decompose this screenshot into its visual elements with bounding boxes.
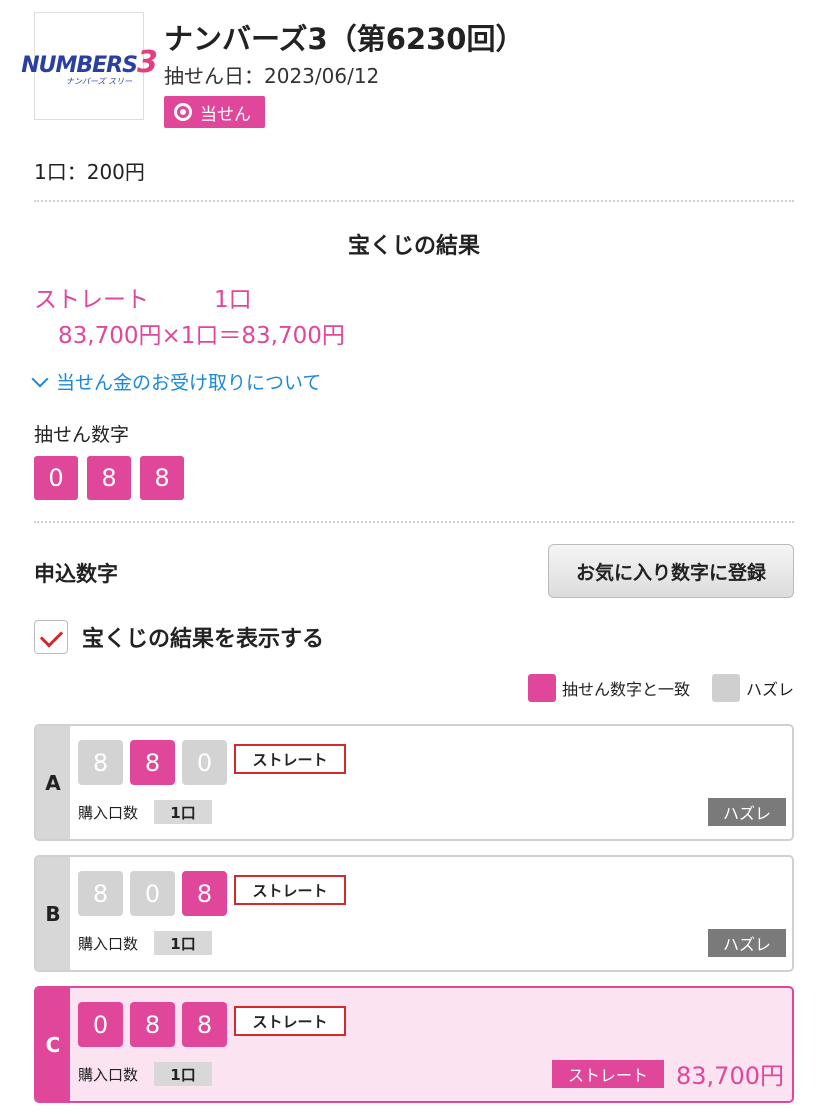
legend-miss-label: ハズレ	[745, 680, 794, 699]
win-status-badge: 当せん	[164, 96, 265, 128]
entry-letter: A	[36, 726, 70, 839]
legend-match-swatch	[527, 674, 556, 702]
numbers3-logo: NUMBERS3 ナンバーズ スリー	[21, 12, 158, 120]
entry-digit: 0	[130, 871, 175, 916]
draw-numbers: 0 8 8	[34, 456, 184, 500]
logo-subtext: ナンバーズ スリー	[65, 77, 133, 86]
entry-type: ストレート	[234, 1006, 346, 1036]
entry-digit: 0	[78, 1002, 123, 1047]
divider	[34, 521, 794, 523]
entry-digit: 0	[182, 740, 227, 785]
quantity-value: 1口	[154, 931, 212, 955]
entry-row-b: B 8 0 8 ストレート 購入口数 1口 ハズレ	[34, 855, 794, 972]
entry-digit: 8	[130, 740, 175, 785]
draw-date: 抽せん日：2023/06/12	[164, 64, 380, 88]
show-result-checkbox[interactable]	[34, 620, 68, 654]
result-heading: 宝くじの結果	[347, 234, 480, 259]
entry-letter: C	[36, 988, 70, 1101]
entry-digit: 8	[182, 1002, 227, 1047]
miss-badge: ハズレ	[708, 929, 786, 957]
entry-letter: B	[36, 857, 70, 970]
entry-digit: 8	[182, 871, 227, 916]
receive-prize-link[interactable]: 当せん金のお受け取りについて	[31, 368, 322, 395]
entry-digits: 8 8 0	[78, 740, 227, 785]
result-count: 1口	[214, 287, 252, 313]
result-type: ストレート	[34, 287, 149, 313]
unit-price: 1口：200円	[34, 160, 145, 184]
entry-digits: 8 0 8	[78, 871, 227, 916]
entry-type: ストレート	[234, 744, 346, 774]
entry-numbers-heading: 申込数字	[34, 562, 118, 586]
receive-prize-link-label: 当せん金のお受け取りについて	[56, 372, 322, 394]
draw-digit: 8	[140, 456, 184, 500]
quantity-label: 購入口数	[78, 804, 139, 822]
quantity-value: 1口	[154, 800, 212, 824]
quantity-label: 購入口数	[78, 935, 139, 953]
target-icon	[174, 103, 192, 121]
lottery-header: NUMBERS3 ナンバーズ スリー ナンバーズ3（第6230回） 抽せん日：2…	[21, 12, 794, 128]
draw-digit: 0	[34, 456, 78, 500]
show-result-toggle[interactable]: 宝くじの結果を表示する	[34, 620, 324, 654]
entry-digit: 8	[130, 1002, 175, 1047]
prize-type-badge: ストレート	[552, 1060, 664, 1088]
show-result-label: 宝くじの結果を表示する	[82, 627, 325, 652]
miss-badge: ハズレ	[708, 798, 786, 826]
quantity-label: 購入口数	[78, 1066, 139, 1084]
entry-row-a: A 8 8 0 ストレート 購入口数 1口 ハズレ	[34, 724, 794, 841]
win-badge-label: 当せん	[200, 104, 251, 125]
draw-numbers-label: 抽せん数字	[34, 424, 130, 446]
register-favorite-button[interactable]: お気に入り数字に登録	[548, 544, 794, 598]
divider	[34, 200, 794, 202]
legend: 抽せん数字と一致 ハズレ	[527, 674, 794, 702]
draw-digit: 8	[87, 456, 131, 500]
entry-digit: 8	[78, 740, 123, 785]
entry-row-c: C 0 8 8 ストレート 購入口数 1口 ストレート 83,700円	[34, 986, 794, 1103]
page-title: ナンバーズ3（第6230回）	[164, 22, 525, 56]
entry-digits: 0 8 8	[78, 1002, 227, 1047]
chevron-down-icon	[31, 370, 49, 387]
result-calculation: 83,700円×1口＝83,700円	[58, 323, 345, 349]
entry-digit: 8	[78, 871, 123, 916]
legend-match-label: 抽せん数字と一致	[561, 680, 690, 699]
logo-text: NUMBERS3	[21, 45, 158, 80]
prize-amount: 83,700円	[676, 1062, 784, 1090]
legend-miss-swatch	[711, 674, 740, 702]
entry-type: ストレート	[234, 875, 346, 905]
quantity-value: 1口	[154, 1062, 212, 1086]
